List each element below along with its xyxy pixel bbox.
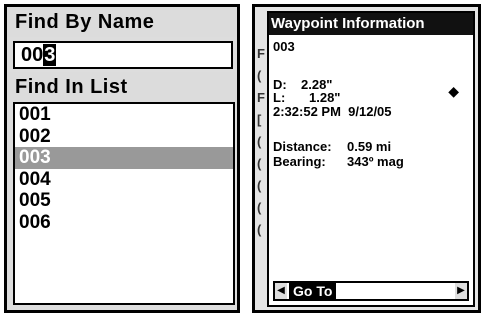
list-item-selected[interactable]: 003	[15, 147, 233, 169]
bg-letter: F	[257, 90, 265, 105]
goto-button[interactable]: Go To	[289, 283, 337, 299]
waypoint-name: 003	[273, 39, 295, 54]
list-item[interactable]: 002	[15, 126, 233, 148]
bearing-label: Bearing:	[273, 154, 326, 169]
find-in-list-title: Find In List	[7, 72, 237, 102]
arrow-right-icon[interactable]: ▶	[455, 283, 467, 299]
bg-letter: (	[257, 200, 262, 215]
arrow-left-icon[interactable]: ◀	[275, 283, 287, 299]
bg-letter: F	[257, 46, 265, 61]
bg-letter: [	[257, 112, 262, 127]
waypoint-info-screen: F ( F [ ( ( ( ( ( Waypoint Information 0…	[252, 4, 481, 313]
bg-letter: (	[257, 222, 262, 237]
bg-letter: (	[257, 68, 262, 83]
l-label: L:	[273, 90, 286, 105]
date-time: 2:32:52 PM 9/12/05	[273, 104, 392, 119]
distance-value: 0.59 mi	[347, 139, 392, 154]
waypoint-info-dialog: Waypoint Information 003 D: 2.28" L: 1.28"…	[267, 11, 475, 307]
l-row: L: 1.28"	[273, 90, 340, 105]
name-cursor: 3	[43, 44, 57, 66]
list-item[interactable]: 001	[15, 104, 233, 126]
name-entry-text: 00	[21, 44, 44, 66]
dialog-title: Waypoint Information	[269, 13, 473, 35]
waypoint-list: 001 002 003 004 005 006	[13, 102, 235, 305]
waypoint-symbol-icon: ◆	[448, 83, 459, 99]
bg-letter: (	[257, 156, 262, 171]
distance-row: Distance: 0.59 mi	[273, 139, 391, 154]
list-item[interactable]: 006	[15, 212, 233, 234]
bg-letter: (	[257, 134, 262, 149]
bg-letter: (	[257, 178, 262, 193]
name-input[interactable]: 003	[13, 41, 233, 69]
list-item[interactable]: 005	[15, 190, 233, 212]
bearing-row: Bearing: 343º mag	[273, 154, 404, 169]
bearing-value: 343º mag	[347, 154, 404, 169]
distance-label: Distance:	[273, 139, 332, 154]
goto-menu[interactable]: ◀ Go To ▶	[273, 281, 469, 301]
list-item[interactable]: 004	[15, 169, 233, 191]
find-by-name-title: Find By Name	[7, 7, 237, 37]
find-waypoint-screen: Find By Name 003 Find In List 001 002 00…	[4, 4, 240, 313]
l-value: 1.28"	[309, 90, 341, 105]
background-text: F ( F [ ( ( ( ( (	[257, 43, 265, 241]
